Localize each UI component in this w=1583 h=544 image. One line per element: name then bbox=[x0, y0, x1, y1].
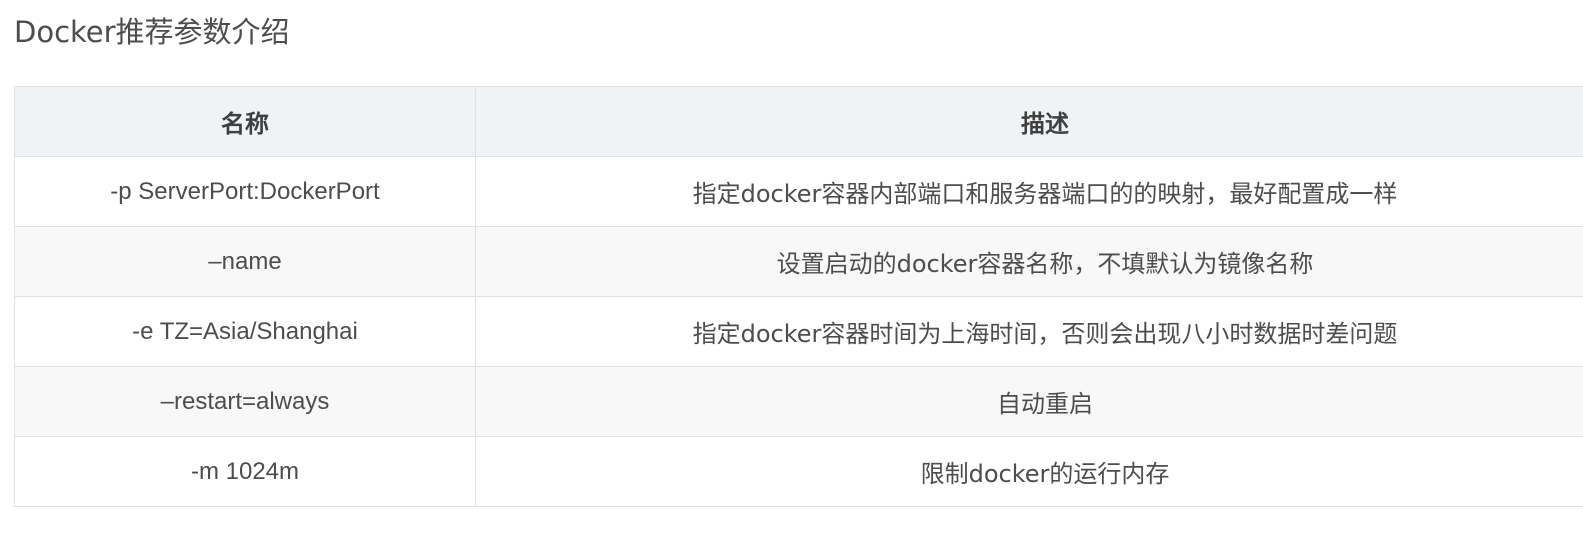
table-row: –name 设置启动的docker容器名称，不填默认为镜像名称 bbox=[14, 226, 1583, 297]
table-row: –restart=always 自动重启 bbox=[14, 366, 1583, 437]
column-header-description: 描述 bbox=[475, 86, 1583, 157]
column-header-name: 名称 bbox=[14, 86, 476, 157]
page-title: Docker推荐参数介绍 bbox=[14, 15, 290, 49]
param-name-cell: -m 1024m bbox=[14, 436, 476, 507]
param-description-cell: 限制docker的运行内存 bbox=[475, 436, 1583, 507]
param-description-cell: 指定docker容器内部端口和服务器端口的的映射，最好配置成一样 bbox=[475, 156, 1583, 227]
param-description-cell: 自动重启 bbox=[475, 366, 1583, 437]
param-description-cell: 指定docker容器时间为上海时间，否则会出现八小时数据时差问题 bbox=[475, 296, 1583, 367]
table-row: -p ServerPort:DockerPort 指定docker容器内部端口和… bbox=[14, 156, 1583, 227]
docker-params-table: 名称 描述 -p ServerPort:DockerPort 指定docker容… bbox=[14, 86, 1583, 507]
param-name-cell: –name bbox=[14, 226, 476, 297]
table-header-row: 名称 描述 bbox=[14, 86, 1583, 157]
param-description-cell: 设置启动的docker容器名称，不填默认为镜像名称 bbox=[475, 226, 1583, 297]
table-row: -m 1024m 限制docker的运行内存 bbox=[14, 436, 1583, 507]
param-name-cell: -p ServerPort:DockerPort bbox=[14, 156, 476, 227]
param-name-cell: -e TZ=Asia/Shanghai bbox=[14, 296, 476, 367]
param-name-cell: –restart=always bbox=[14, 366, 476, 437]
table-row: -e TZ=Asia/Shanghai 指定docker容器时间为上海时间，否则… bbox=[14, 296, 1583, 367]
